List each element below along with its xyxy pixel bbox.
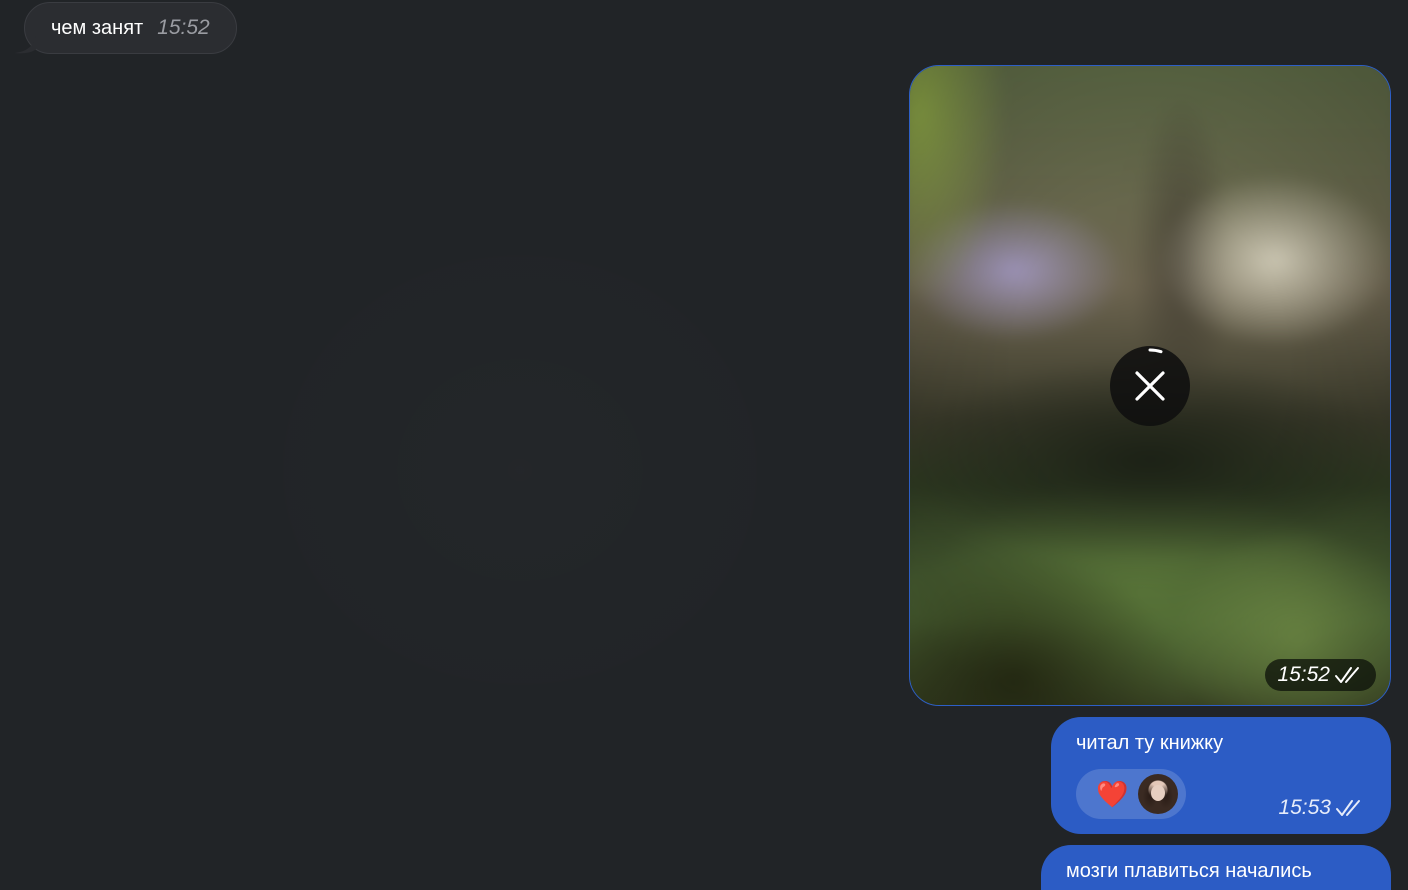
media-time-badge: 15:52 xyxy=(1265,659,1376,691)
incoming-message[interactable]: чем занят 15:52 xyxy=(14,2,237,54)
message-text: чем занят xyxy=(51,16,144,39)
media-time: 15:52 xyxy=(1277,663,1330,686)
double-check-icon xyxy=(1336,800,1360,816)
close-icon xyxy=(1135,371,1165,401)
media-message[interactable]: 15:52 xyxy=(909,65,1391,706)
message-text: мозги плавиться начались xyxy=(1066,860,1312,882)
outgoing-message[interactable]: мозги плавиться начались xyxy=(1041,845,1391,890)
chat-view: чем занят 15:52 15:52 читал ту книжку ❤️ xyxy=(0,0,1408,890)
message-time: 15:53 xyxy=(1278,796,1331,819)
double-check-icon xyxy=(1335,667,1359,683)
bubble-tail-icon xyxy=(14,36,36,54)
avatar xyxy=(1138,774,1179,814)
message-time-block: 15:53 xyxy=(1278,796,1365,820)
reaction-chip[interactable]: ❤️ xyxy=(1076,769,1186,819)
heart-reaction-icon: ❤️ xyxy=(1096,779,1129,809)
message-text: читал ту книжку xyxy=(1076,732,1224,754)
outgoing-message[interactable]: читал ту книжку ❤️ 15:53 xyxy=(1051,717,1391,834)
cancel-upload-button[interactable] xyxy=(1110,346,1190,426)
message-time: 15:52 xyxy=(157,16,210,39)
